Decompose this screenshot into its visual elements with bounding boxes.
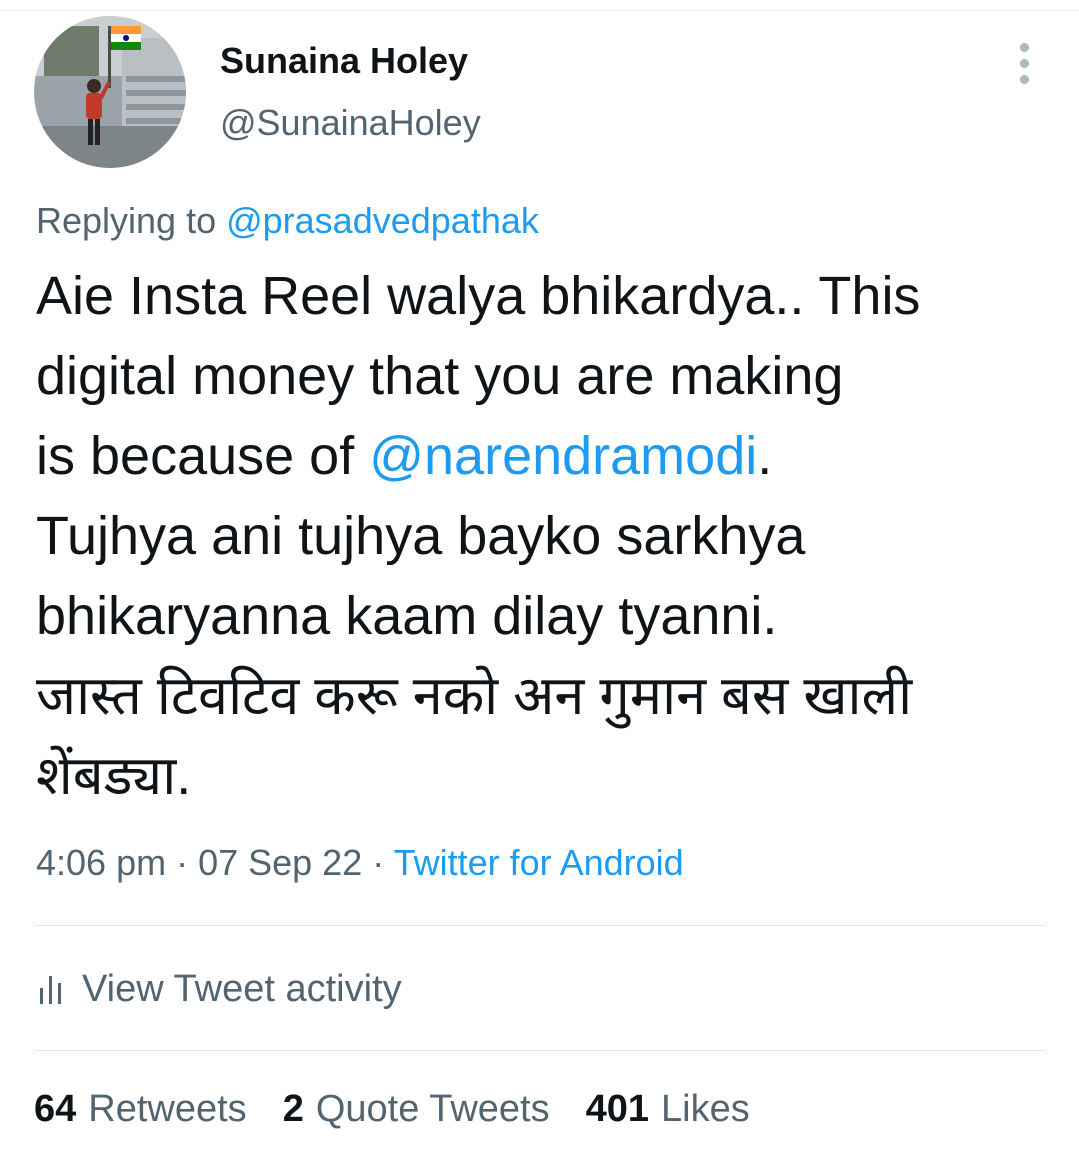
quote-tweets-count: 2 (282, 1088, 304, 1130)
likes-stat[interactable]: 401 Likes (586, 1088, 750, 1131)
top-divider (0, 0, 1079, 11)
tweet-text-line: is because of @narendramodi. (36, 416, 1056, 496)
tweet-text-segment: . (757, 426, 773, 486)
retweets-label: Retweets (88, 1088, 247, 1130)
view-tweet-activity-button[interactable]: View Tweet activity (38, 964, 402, 1014)
replying-to: Replying to @prasadvedpathak (36, 200, 539, 242)
tweet-source-link[interactable]: Twitter for Android (394, 842, 684, 883)
tweet-text-line: जास्त टिवटिव करू नको अन गुमान बस खाली (36, 666, 913, 726)
quote-tweets-label: Quote Tweets (315, 1088, 550, 1130)
tweet-text-line: bhikaryanna kaam dilay tyanni. (36, 586, 778, 646)
avatar-photo (34, 16, 186, 168)
author-handle[interactable]: @SunainaHoley (220, 102, 481, 144)
divider (34, 1050, 1046, 1051)
retweets-count: 64 (34, 1088, 77, 1130)
author-display-name[interactable]: Sunaina Holey (220, 40, 468, 82)
likes-label: Likes (661, 1088, 750, 1130)
tweet-date: 07 Sep 22 (198, 842, 363, 883)
replying-prefix: Replying to (36, 200, 227, 241)
bar-chart-icon (40, 976, 61, 1004)
more-dot (1019, 42, 1029, 52)
tweet-text-line: Tujhya ani tujhya bayko sarkhya (36, 506, 806, 566)
more-dot (1019, 74, 1029, 84)
meta-separator: · (166, 842, 199, 883)
divider (34, 925, 1046, 926)
avatar[interactable] (34, 16, 186, 168)
tweet-text-line: शेंबड्या. (36, 746, 192, 806)
mention-link[interactable]: @narendramodi (369, 426, 757, 486)
replying-to-mention[interactable]: @prasadvedpathak (226, 200, 539, 241)
tweet-text: Aie Insta Reel walya bhikardya.. This di… (36, 256, 1056, 816)
tweet-meta: 4:06 pm · 07 Sep 22 · Twitter for Androi… (36, 842, 684, 884)
tweet-text-line: Aie Insta Reel walya bhikardya.. This (36, 266, 921, 326)
tweet-stats: 64 Retweets 2 Quote Tweets 401 Likes (34, 1088, 750, 1131)
tweet-text-segment: is because of (36, 426, 370, 486)
more-dot (1019, 58, 1029, 68)
likes-count: 401 (585, 1088, 650, 1130)
view-tweet-activity-label: View Tweet activity (82, 967, 402, 1010)
retweets-stat[interactable]: 64 Retweets (34, 1088, 247, 1131)
more-options-icon[interactable] (1004, 38, 1044, 88)
tweet-text-line: digital money that you are making (36, 346, 844, 406)
meta-separator: · (362, 842, 394, 883)
tweet-time: 4:06 pm (36, 842, 167, 883)
quote-tweets-stat[interactable]: 2 Quote Tweets (283, 1088, 550, 1131)
